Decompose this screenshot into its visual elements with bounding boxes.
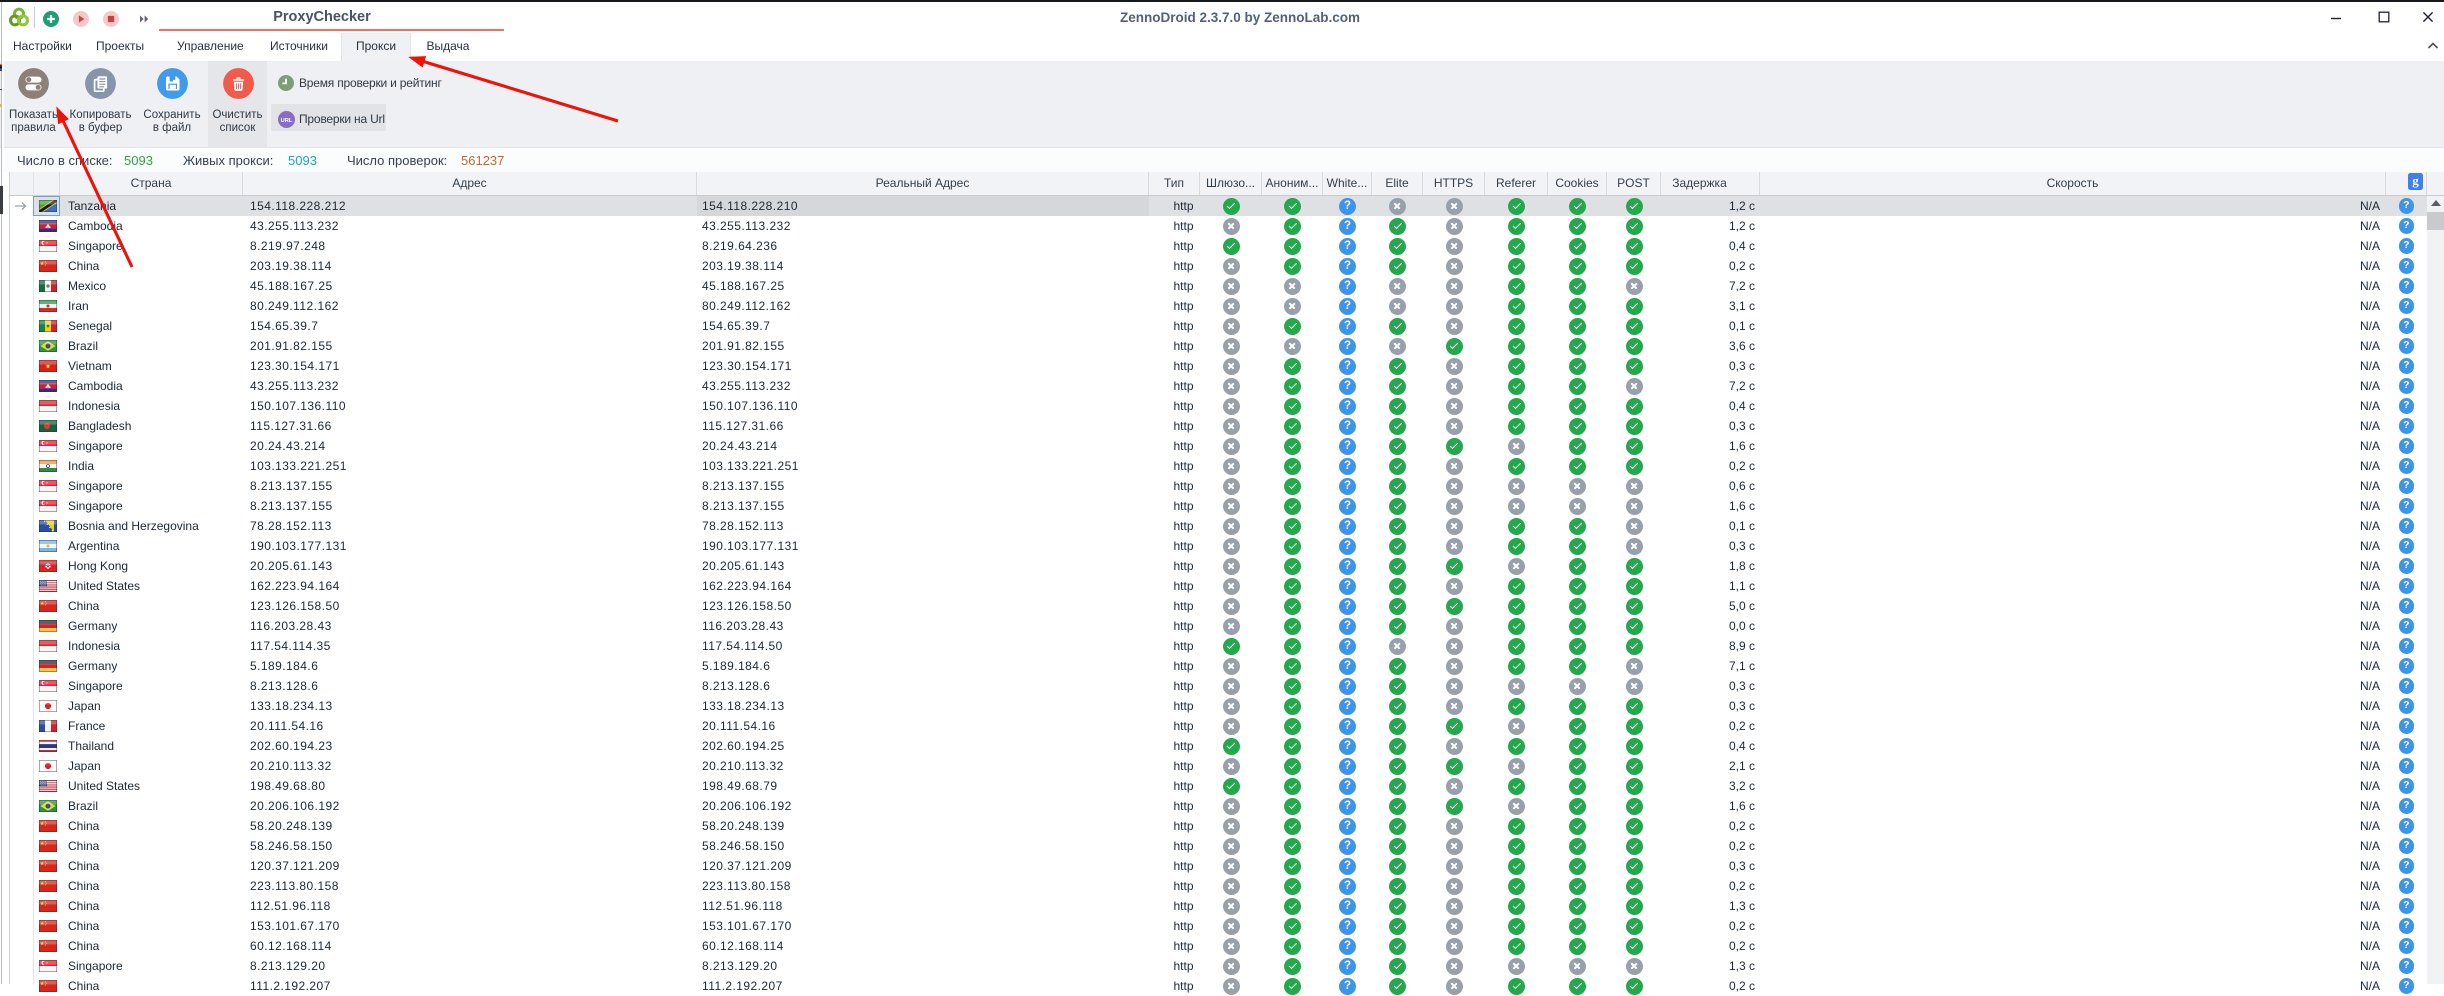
svg-text:URL: URL — [280, 118, 292, 124]
